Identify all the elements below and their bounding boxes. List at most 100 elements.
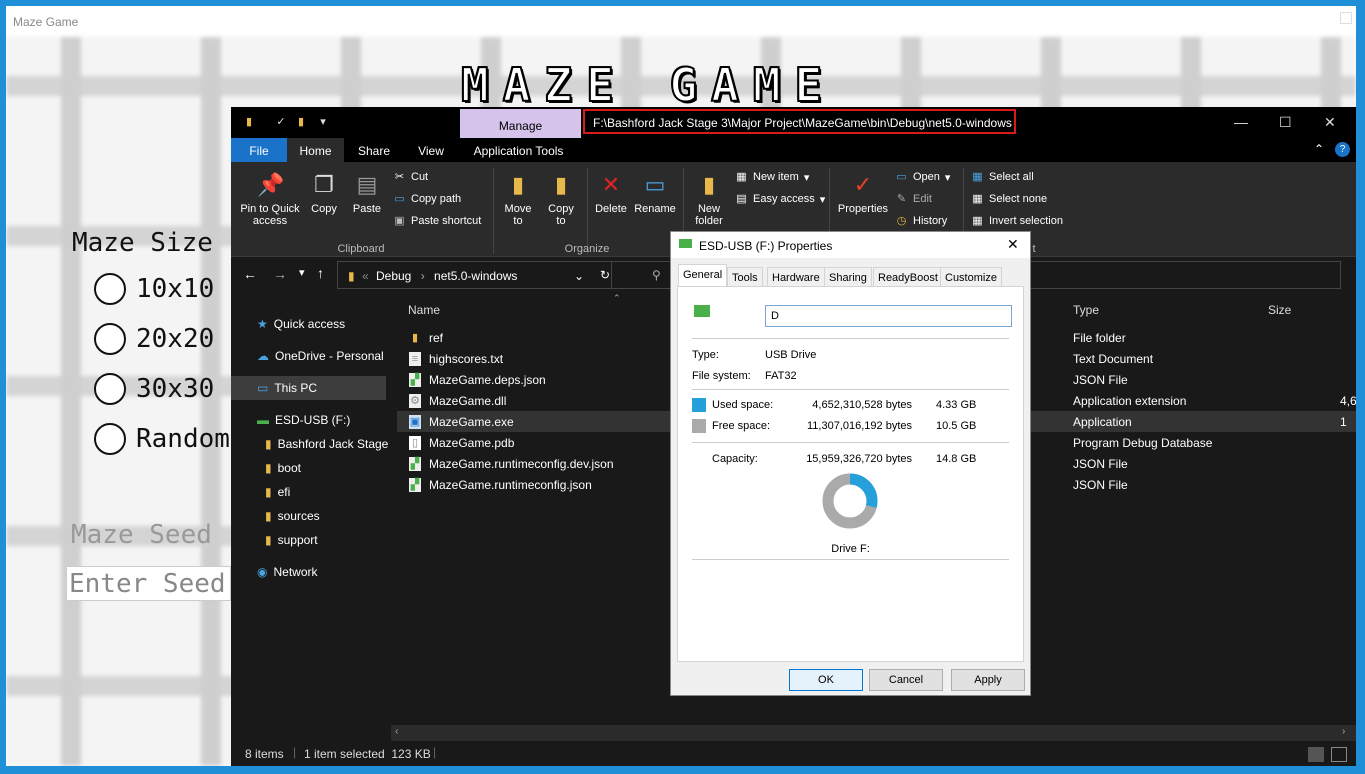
copy-path-button[interactable]: ▭ Copy path xyxy=(393,188,461,210)
history-button[interactable]: ◷ History xyxy=(895,210,948,232)
properties-icon[interactable]: ✓ xyxy=(275,116,287,128)
radio-button[interactable] xyxy=(94,423,126,455)
folder-icon: ▮ xyxy=(265,509,272,523)
new-folder-icon[interactable]: ▮ xyxy=(295,116,307,128)
breadcrumb-item[interactable]: net5.0-windows xyxy=(434,269,517,283)
size-option-30x30[interactable]: 30x30 xyxy=(94,371,244,407)
breadcrumb-item[interactable]: Debug xyxy=(376,269,411,283)
select-none-button[interactable]: ▦ Select none xyxy=(971,188,1047,210)
used-space-bytes: 4,652,310,528 bytes xyxy=(812,399,912,411)
close-icon[interactable]: ✕ xyxy=(1324,114,1336,131)
cancel-button[interactable]: Cancel xyxy=(869,669,943,691)
rename-button[interactable]: ▭ Rename xyxy=(633,170,677,215)
column-header-name[interactable]: Name xyxy=(408,303,440,317)
maximize-icon[interactable]: ☐ xyxy=(1279,114,1292,131)
radio-button[interactable] xyxy=(94,373,126,405)
tab-tools[interactable]: Tools xyxy=(727,267,763,287)
usb-drive-icon xyxy=(694,305,710,317)
paste-label: Paste xyxy=(352,203,382,215)
apply-button[interactable]: Apply xyxy=(951,669,1025,691)
column-header-size[interactable]: Size xyxy=(1268,303,1291,317)
file-type: Application xyxy=(1073,414,1132,429)
paste-shortcut-button[interactable]: ▣ Paste shortcut xyxy=(393,210,481,232)
nav-item-onedrive[interactable]: ☁ OneDrive - Personal xyxy=(231,344,391,368)
copy-button[interactable]: ❐ Copy xyxy=(307,170,341,215)
explorer-titlebar: ▮ ✓ ▮ ▾ Manage F:\Bashford Jack Stage 3\… xyxy=(231,107,1356,138)
nav-item-bashford[interactable]: ▮ Bashford Jack Stage xyxy=(231,432,391,456)
refresh-icon[interactable]: ↻ xyxy=(600,268,610,282)
size-option-20x20[interactable]: 20x20 xyxy=(94,321,244,357)
window-path-title: F:\Bashford Jack Stage 3\Major Project\M… xyxy=(583,109,1016,134)
folder-icon[interactable]: ▮ xyxy=(243,116,255,128)
scroll-left-icon[interactable]: ‹ xyxy=(395,726,398,737)
tab-general[interactable]: General xyxy=(678,264,728,287)
ok-button[interactable]: OK xyxy=(789,669,863,691)
cut-button[interactable]: ✂ Cut xyxy=(393,166,428,188)
copy-to-button[interactable]: ▮ Copy to xyxy=(543,170,579,227)
paste-button[interactable]: ▤ Paste xyxy=(349,170,385,215)
column-header-type[interactable]: Type xyxy=(1073,303,1099,317)
properties-button[interactable]: ✓ Properties xyxy=(835,170,891,215)
pin-quick-access-button[interactable]: 📌 Pin to Quick access xyxy=(235,170,305,227)
radio-button[interactable] xyxy=(94,323,126,355)
nav-item-this-pc[interactable]: ▭ This PC xyxy=(231,376,386,400)
nav-item-label: Bashford Jack Stage xyxy=(277,437,389,451)
chevron-down-icon[interactable]: ⌄ xyxy=(574,269,584,283)
help-icon[interactable]: ? xyxy=(1335,142,1350,157)
up-arrow-icon[interactable]: ↑ xyxy=(317,265,324,281)
invert-selection-button[interactable]: ▦ Invert selection xyxy=(971,210,1063,232)
tab-customize[interactable]: Customize xyxy=(940,267,1002,287)
move-to-button[interactable]: ▮ Move to xyxy=(499,170,537,227)
tab-share[interactable]: Share xyxy=(349,138,399,162)
tab-hardware[interactable]: Hardware xyxy=(767,267,825,287)
nav-item-boot[interactable]: ▮ boot xyxy=(231,456,391,480)
nav-item-support[interactable]: ▮ support xyxy=(231,528,391,552)
open-icon: ▭ xyxy=(896,170,907,183)
scroll-right-icon[interactable]: › xyxy=(1342,726,1345,737)
forward-arrow-icon[interactable]: → xyxy=(273,266,287,282)
paste-shortcut-icon: ▣ xyxy=(394,214,405,227)
tab-home[interactable]: Home xyxy=(287,138,344,162)
maze-close-button[interactable] xyxy=(1340,12,1352,24)
radio-button[interactable] xyxy=(94,273,126,305)
manage-tab[interactable]: Manage xyxy=(460,109,581,138)
horizontal-scrollbar[interactable]: ‹ › xyxy=(391,725,1356,741)
size-option-random[interactable]: Random xyxy=(94,421,244,457)
divider xyxy=(692,389,1009,390)
close-icon[interactable]: ✕ xyxy=(1007,236,1019,253)
new-item-button[interactable]: ▦ New item ▾ xyxy=(735,166,809,188)
edit-button[interactable]: ✎ Edit xyxy=(895,188,932,210)
seed-input[interactable]: Enter Seed xyxy=(66,566,231,601)
tab-application-tools[interactable]: Application Tools xyxy=(465,138,572,162)
nav-item-esd-usb[interactable]: ▬ ESD-USB (F:) xyxy=(231,408,391,432)
capacity-bytes: 15,959,326,720 bytes xyxy=(806,453,912,465)
collapse-ribbon-icon[interactable]: ⌃ xyxy=(1314,142,1324,156)
nav-item-quick-access[interactable]: ★ Quick access xyxy=(231,312,391,336)
delete-button[interactable]: ✕ Delete xyxy=(593,170,629,215)
rename-icon: ▭ xyxy=(644,172,666,197)
tab-sharing[interactable]: Sharing xyxy=(824,267,872,287)
filesystem-value: FAT32 xyxy=(765,370,797,382)
minimize-icon[interactable]: — xyxy=(1234,114,1248,130)
status-divider: | xyxy=(293,745,297,759)
details-view-icon[interactable] xyxy=(1308,747,1324,762)
recent-locations-icon[interactable]: ▾ xyxy=(299,266,305,279)
easy-access-button[interactable]: ▤ Easy access ▾ xyxy=(735,188,825,210)
nav-item-sources[interactable]: ▮ sources xyxy=(231,504,391,528)
new-folder-button[interactable]: ▮ New folder xyxy=(689,170,729,227)
back-arrow-icon[interactable]: ← xyxy=(243,266,257,282)
drive-name-input[interactable]: D xyxy=(765,305,1012,327)
open-button[interactable]: ▭ Open ▾ xyxy=(895,166,950,188)
address-bar[interactable]: ▮ « Debug › net5.0-windows ⌄ ↻ xyxy=(337,261,623,289)
nav-item-network[interactable]: ◉ Network xyxy=(231,560,391,584)
select-all-button[interactable]: ▦ Select all xyxy=(971,166,1033,188)
nav-item-efi[interactable]: ▮ efi xyxy=(231,480,391,504)
tab-view[interactable]: View xyxy=(406,138,456,162)
tab-file[interactable]: File xyxy=(231,138,287,162)
large-icons-view-icon[interactable] xyxy=(1331,747,1347,762)
size-option-10x10[interactable]: 10x10 xyxy=(94,271,244,307)
tab-readyboost[interactable]: ReadyBoost xyxy=(873,267,943,287)
dialog-title-text: ESD-USB (F:) Properties xyxy=(699,239,833,253)
nav-item-label: ESD-USB (F:) xyxy=(275,413,351,427)
chevron-down-icon[interactable]: ▾ xyxy=(317,116,329,128)
